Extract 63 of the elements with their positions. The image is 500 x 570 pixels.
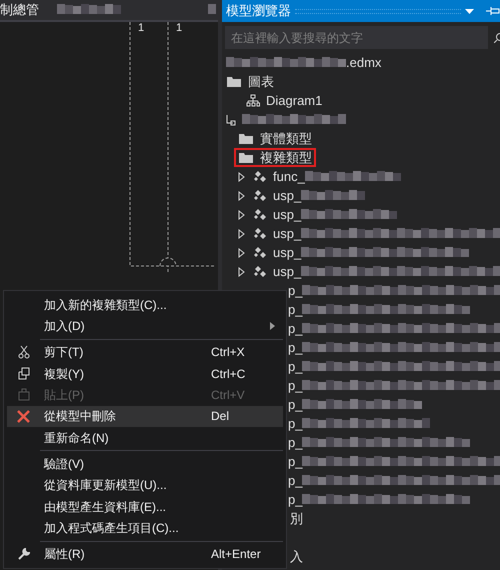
pin-icon[interactable] — [486, 7, 500, 15]
tree-item-label[interactable]: p_ — [288, 356, 302, 376]
tree-item-label[interactable]: 實體類型 — [260, 128, 312, 148]
delete-x-icon — [17, 410, 30, 423]
tree-item-label[interactable]: p_ — [288, 452, 302, 472]
model-icon — [226, 114, 236, 126]
tree-item-label[interactable]: Diagram1 — [266, 90, 322, 110]
folder-icon — [226, 75, 242, 88]
menu-item[interactable]: 加入(D) — [7, 315, 283, 337]
menu-item[interactable]: 由模型產生資料庫(E)... — [7, 496, 283, 518]
tree-item-label[interactable]: usp_ — [273, 242, 302, 262]
tree-item-label[interactable]: p_ — [288, 338, 302, 358]
diamonds-icon — [253, 266, 267, 278]
folder-icon — [238, 132, 254, 145]
tree-item-label[interactable]: 入 — [290, 546, 303, 566]
menu-item[interactable]: 驗證(V) — [7, 453, 283, 475]
tree-item-label[interactable]: p_ — [288, 280, 302, 300]
tree-item-label[interactable]: usp_ — [273, 262, 302, 282]
menu-item[interactable]: 剪下(T) Ctrl+X — [7, 342, 283, 363]
dropdown-caret-icon[interactable] — [465, 8, 474, 14]
search-icon[interactable] — [494, 32, 500, 42]
tab-title[interactable]: 制總管 — [0, 0, 39, 20]
tree-item-label[interactable]: .edmx — [346, 52, 382, 72]
tree-item-label[interactable]: func_ — [273, 166, 305, 186]
scissors-icon — [18, 345, 30, 360]
diamonds-icon — [253, 190, 267, 202]
tree-item-label[interactable]: 複雜類型 — [260, 148, 312, 168]
diamonds-icon — [253, 228, 267, 240]
clipboard-icon — [18, 388, 30, 402]
tree-item-label[interactable]: p_ — [288, 394, 302, 414]
menu-item[interactable]: 從模型中刪除 Del — [7, 406, 283, 427]
diamonds-icon — [253, 246, 267, 258]
menu-item[interactable]: 複製(Y) Ctrl+C — [7, 362, 283, 384]
tree-item-label[interactable]: 圖表 — [248, 72, 274, 92]
multiplicity-label: 1 — [176, 22, 182, 34]
tree-item-label[interactable]: 別 — [290, 508, 303, 528]
menu-item[interactable]: 從資料庫更新模型(U)... — [7, 474, 283, 496]
tree-item-label[interactable]: usp_ — [273, 186, 302, 206]
tree-item-label[interactable]: p_ — [288, 300, 302, 320]
tree-item-label[interactable]: p_ — [288, 414, 302, 434]
menu-item[interactable]: 重新命名(N) — [7, 426, 283, 448]
pixelated-text-icon — [57, 4, 121, 16]
wrench-icon — [18, 548, 30, 560]
menu-item[interactable]: 加入新的複雜類型(C)... — [7, 294, 283, 316]
tree-item-label[interactable]: p_ — [288, 376, 302, 396]
copy-icon — [18, 367, 30, 380]
menu-item[interactable]: 屬性(R) Alt+Enter — [7, 544, 283, 565]
tree-item-label[interactable]: p_ — [288, 470, 302, 490]
tree-item-label[interactable]: p_ — [288, 432, 302, 452]
diamonds-icon — [253, 208, 267, 220]
pixelated-text-icon — [208, 4, 218, 16]
submenu-arrow-icon — [270, 322, 275, 330]
search-field[interactable]: 在這裡輸入要搜尋的文字 — [225, 26, 488, 49]
tree-item-label[interactable]: p_ — [288, 318, 302, 338]
hierarchy-icon — [246, 94, 260, 107]
multiplicity-label: 1 — [138, 22, 144, 34]
tree-item-label[interactable]: usp_ — [273, 204, 302, 224]
menu-item[interactable]: 加入程式碼產生項目(C)... — [7, 517, 283, 539]
diamonds-icon — [253, 170, 267, 182]
folder-icon — [238, 151, 254, 164]
tree-item-label[interactable]: p_ — [288, 490, 302, 510]
panel-title: 模型瀏覽器 — [226, 2, 291, 20]
tree-item-label[interactable]: usp_ — [273, 224, 302, 244]
